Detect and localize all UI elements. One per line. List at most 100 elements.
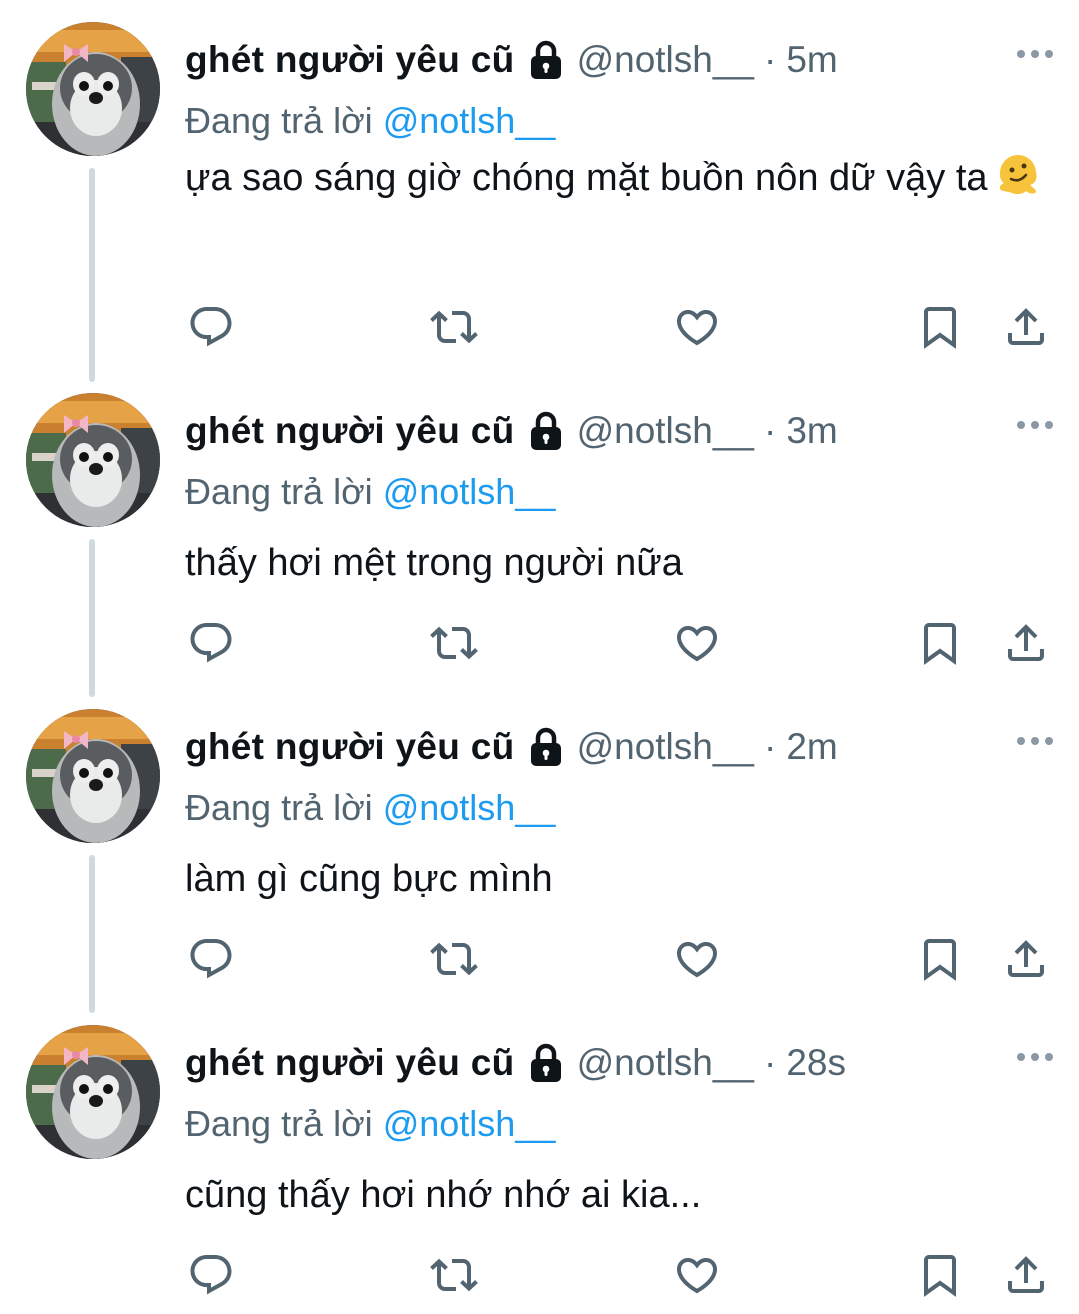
user-handle[interactable]: @notlsh__ — [577, 410, 754, 452]
retweet-button[interactable] — [428, 933, 480, 985]
display-name[interactable]: ghét người yêu cũ — [185, 410, 515, 452]
avatar[interactable] — [26, 1025, 160, 1159]
share-button[interactable] — [1000, 617, 1052, 669]
more-icon[interactable] — [1017, 48, 1053, 60]
reply-button[interactable] — [185, 301, 237, 353]
bookmark-button[interactable] — [914, 933, 966, 985]
replying-to: Đang trả lời @notlsh__ — [185, 100, 555, 142]
like-button[interactable] — [671, 933, 723, 985]
reply-button[interactable] — [185, 1249, 237, 1301]
more-icon[interactable] — [1017, 1051, 1053, 1063]
avatar[interactable] — [26, 22, 160, 156]
reply-prefix: Đang trả lời — [185, 100, 373, 141]
avatar-image — [26, 1025, 160, 1159]
avatar-image — [26, 709, 160, 843]
avatar-image — [26, 22, 160, 156]
lock-icon — [529, 411, 563, 451]
lock-icon — [529, 1043, 563, 1083]
share-icon — [1002, 303, 1050, 351]
display-name[interactable]: ghét người yêu cũ — [185, 39, 515, 81]
reply-prefix: Đang trả lời — [185, 471, 373, 512]
action-bar — [0, 1249, 1079, 1301]
bookmark-button[interactable] — [914, 1249, 966, 1301]
lock-icon — [529, 40, 563, 80]
retweet-icon — [430, 1251, 478, 1299]
retweet-button[interactable] — [428, 1249, 480, 1301]
tweet-text-content: làm gì cũng bực mình — [185, 858, 553, 900]
tweet-header: ghét người yêu cũ @notlsh__ · 28s — [185, 1041, 846, 1085]
share-button[interactable] — [1000, 1249, 1052, 1301]
like-button[interactable] — [671, 617, 723, 669]
bookmark-icon — [916, 619, 964, 667]
tweet-header: ghét người yêu cũ @notlsh__ · 5m — [185, 38, 838, 82]
reply-icon — [187, 619, 235, 667]
user-handle[interactable]: @notlsh__ — [577, 726, 754, 768]
reply-mention[interactable]: @notlsh__ — [383, 1103, 556, 1144]
reply-mention[interactable]: @notlsh__ — [383, 787, 556, 828]
reply-icon — [187, 303, 235, 351]
like-button[interactable] — [671, 301, 723, 353]
reply-prefix: Đang trả lời — [185, 1103, 373, 1144]
tweet-text: ựa sao sáng giờ chóng mặt buồn nôn dữ vậ… — [185, 150, 1055, 207]
reply-button[interactable] — [185, 933, 237, 985]
reply-button[interactable] — [185, 617, 237, 669]
bookmark-icon — [916, 935, 964, 983]
retweet-icon — [430, 303, 478, 351]
share-button[interactable] — [1000, 933, 1052, 985]
bookmark-button[interactable] — [914, 617, 966, 669]
bookmark-icon — [916, 303, 964, 351]
tweet-text-content: thấy hơi mệt trong người nữa — [185, 542, 683, 584]
tweet-text: làm gì cũng bực mình — [185, 851, 1055, 908]
tweet-3[interactable]: ghét người yêu cũ @notlsh__ · 2m Đang tr… — [0, 687, 1079, 1013]
melting-face-emoji — [994, 150, 1042, 198]
tweet-1[interactable]: ghét người yêu cũ @notlsh__ · 5m Đang tr… — [0, 0, 1079, 382]
more-icon[interactable] — [1017, 735, 1053, 747]
timestamp[interactable]: 3m — [786, 410, 837, 452]
display-name[interactable]: ghét người yêu cũ — [185, 1042, 515, 1084]
reply-mention[interactable]: @notlsh__ — [383, 100, 556, 141]
tweet-2[interactable]: ghét người yêu cũ @notlsh__ · 3m Đang tr… — [0, 371, 1079, 697]
display-name[interactable]: ghét người yêu cũ — [185, 726, 515, 768]
retweet-button[interactable] — [428, 617, 480, 669]
separator-dot: · — [764, 1042, 777, 1083]
user-handle[interactable]: @notlsh__ — [577, 1042, 754, 1084]
tweet-text-content: cũng thấy hơi nhớ nhớ ai kia... — [185, 1174, 702, 1216]
replying-to: Đang trả lời @notlsh__ — [185, 471, 555, 513]
reply-icon — [187, 935, 235, 983]
like-icon — [673, 1251, 721, 1299]
bookmark-icon — [916, 1251, 964, 1299]
replying-to: Đang trả lời @notlsh__ — [185, 787, 555, 829]
like-icon — [673, 303, 721, 351]
separator-dot: · — [764, 410, 777, 451]
share-icon — [1002, 619, 1050, 667]
timestamp[interactable]: 2m — [786, 726, 837, 768]
retweet-button[interactable] — [428, 301, 480, 353]
share-icon — [1002, 935, 1050, 983]
avatar[interactable] — [26, 393, 160, 527]
bookmark-button[interactable] — [914, 301, 966, 353]
tweet-text: cũng thấy hơi nhớ nhớ ai kia... — [185, 1167, 1055, 1224]
timestamp[interactable]: 28s — [786, 1042, 846, 1084]
like-button[interactable] — [671, 1249, 723, 1301]
retweet-icon — [430, 619, 478, 667]
user-handle[interactable]: @notlsh__ — [577, 39, 754, 81]
reply-prefix: Đang trả lời — [185, 787, 373, 828]
like-icon — [673, 619, 721, 667]
replying-to: Đang trả lời @notlsh__ — [185, 1103, 555, 1145]
reply-icon — [187, 1251, 235, 1299]
more-icon[interactable] — [1017, 419, 1053, 431]
tweet-4[interactable]: ghét người yêu cũ @notlsh__ · 28s Đang t… — [0, 1003, 1079, 1314]
share-button[interactable] — [1000, 301, 1052, 353]
tweet-header: ghét người yêu cũ @notlsh__ · 2m — [185, 725, 838, 769]
reply-mention[interactable]: @notlsh__ — [383, 471, 556, 512]
like-icon — [673, 935, 721, 983]
share-icon — [1002, 1251, 1050, 1299]
action-bar — [0, 301, 1079, 353]
avatar[interactable] — [26, 709, 160, 843]
timestamp[interactable]: 5m — [786, 39, 837, 81]
lock-icon — [529, 727, 563, 767]
tweet-text: thấy hơi mệt trong người nữa — [185, 535, 1055, 592]
separator-dot: · — [764, 726, 777, 767]
tweet-text-content: ựa sao sáng giờ chóng mặt buồn nôn dữ vậ… — [185, 157, 988, 199]
tweet-header: ghét người yêu cũ @notlsh__ · 3m — [185, 409, 838, 453]
